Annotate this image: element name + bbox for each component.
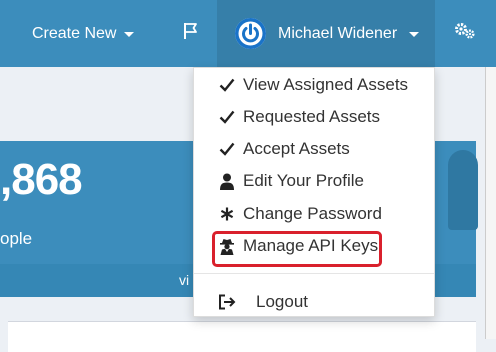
user-dropdown-menu: View Assigned Assets Requested Assets Ac… (193, 67, 435, 317)
menu-item-accept-assets[interactable]: Accept Assets (218, 134, 350, 164)
menu-item-label: Logout (256, 292, 308, 311)
menu-item-label: Change Password (243, 204, 382, 223)
menu-item-label: Requested Assets (243, 107, 381, 126)
menu-item-label: View Assigned Assets (243, 75, 409, 94)
highlight-annotation (212, 231, 382, 267)
menu-item-requested-assets[interactable]: Requested Assets (218, 102, 380, 132)
menu-item-edit-profile[interactable]: Edit Your Profile (218, 166, 364, 196)
menu-item-logout[interactable]: Logout (218, 287, 308, 317)
info-box-count: ,868 (0, 155, 83, 204)
flag-icon (183, 22, 199, 45)
create-new-label: Create New (32, 24, 117, 42)
flag-button[interactable] (171, 0, 211, 67)
content-panel (8, 321, 476, 352)
page-scrollbar[interactable] (485, 67, 496, 339)
power-icon (235, 18, 266, 49)
info-box-icon (448, 150, 478, 230)
menu-item-label: Edit Your Profile (243, 171, 364, 190)
asterisk-icon (218, 205, 236, 223)
user-icon (218, 172, 236, 190)
user-name: Michael Widener (278, 24, 398, 42)
caret-down-icon (124, 32, 135, 37)
info-box-footer-link[interactable]: vi (179, 272, 189, 288)
info-box-subtitle: ople (0, 229, 33, 248)
check-icon (218, 108, 236, 126)
top-navbar: Create New Michael Widener (0, 0, 496, 67)
settings-button[interactable] (445, 0, 485, 67)
check-icon (218, 140, 236, 158)
gears-icon (454, 22, 476, 45)
menu-divider (194, 273, 434, 274)
user-menu-toggle[interactable]: Michael Widener (217, 0, 435, 67)
create-new-dropdown[interactable]: Create New (32, 0, 135, 67)
menu-item-label: Accept Assets (243, 139, 350, 158)
menu-item-view-assigned-assets[interactable]: View Assigned Assets (218, 70, 408, 100)
avatar (235, 18, 266, 49)
sign-out-icon (218, 293, 236, 311)
check-icon (218, 76, 236, 94)
menu-item-change-password[interactable]: Change Password (218, 199, 382, 229)
caret-down-icon (409, 32, 420, 37)
